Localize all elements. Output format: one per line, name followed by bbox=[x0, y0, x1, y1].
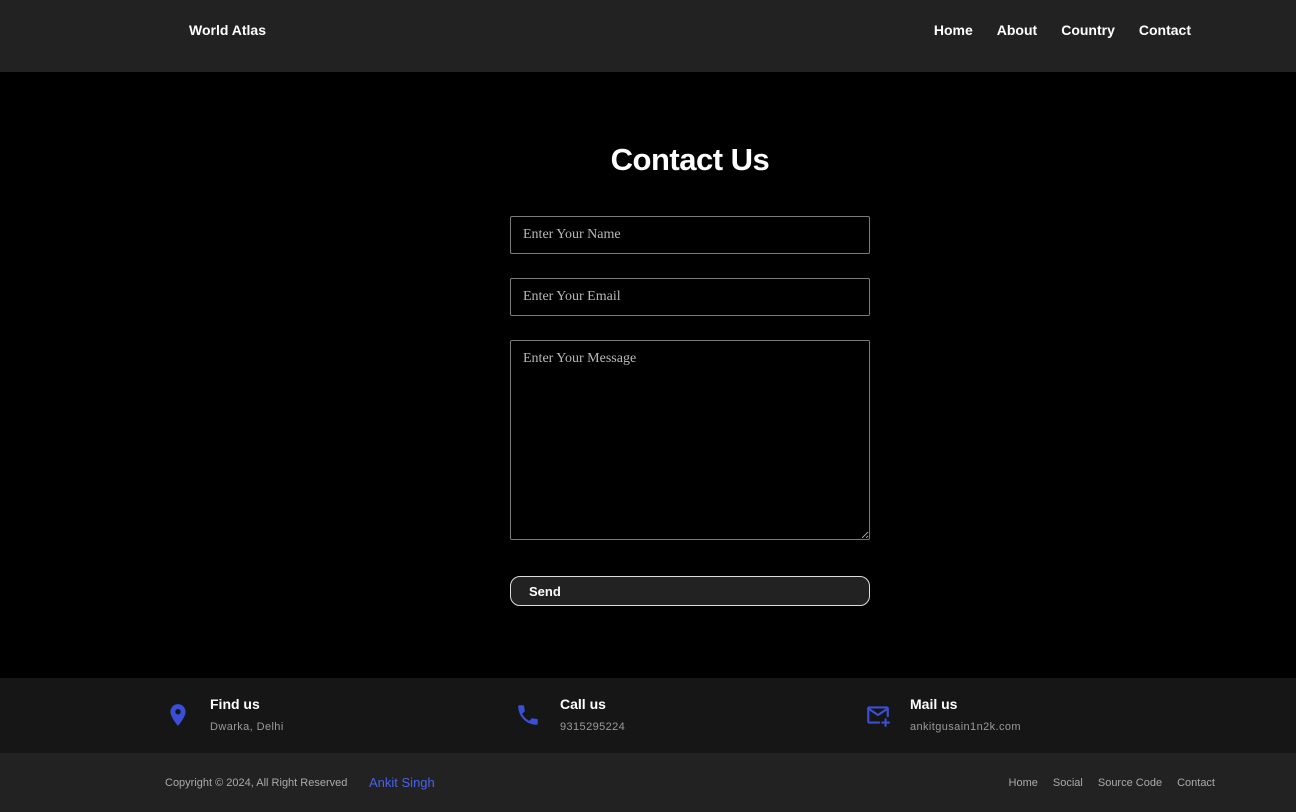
email-input[interactable] bbox=[510, 278, 870, 316]
nav-contact-link[interactable]: Contact bbox=[1139, 22, 1191, 38]
footer-nav: Home Social Source Code Contact bbox=[1009, 777, 1215, 789]
author-link[interactable]: Ankit Singh bbox=[369, 775, 435, 790]
phone-icon bbox=[515, 702, 541, 728]
message-textarea[interactable] bbox=[510, 340, 870, 540]
brand-logo-text[interactable]: World Atlas bbox=[189, 22, 266, 38]
page-title: Contact Us bbox=[610, 142, 770, 177]
main-nav: Home About Country Contact bbox=[934, 22, 1191, 38]
site-header: World Atlas Home About Country Contact bbox=[0, 0, 1296, 72]
info-title: Mail us bbox=[910, 696, 958, 712]
info-value: 9315295224 bbox=[560, 721, 626, 733]
nav-country-link[interactable]: Country bbox=[1061, 22, 1115, 38]
footer-source-code-link[interactable]: Source Code bbox=[1098, 777, 1162, 789]
location-pin-icon bbox=[165, 702, 191, 728]
nav-about-link[interactable]: About bbox=[997, 22, 1037, 38]
send-button[interactable]: Send bbox=[510, 576, 870, 606]
name-input[interactable] bbox=[510, 216, 870, 254]
info-title: Find us bbox=[210, 696, 260, 712]
info-value: ankitgusain1n2k.com bbox=[910, 721, 1021, 733]
contact-info-band: Find us Dwarka, Delhi Call us 9315295224… bbox=[0, 678, 1296, 753]
info-value: Dwarka, Delhi bbox=[210, 721, 284, 733]
nav-home-link[interactable]: Home bbox=[934, 22, 973, 38]
footer-social-link[interactable]: Social bbox=[1053, 777, 1083, 789]
copyright-text: Copyright © 2024, All Right Reserved bbox=[165, 777, 348, 789]
footer-contact-link[interactable]: Contact bbox=[1177, 777, 1215, 789]
info-title: Call us bbox=[560, 696, 606, 712]
footer-home-link[interactable]: Home bbox=[1009, 777, 1038, 789]
site-footer: Copyright © 2024, All Right Reserved Ank… bbox=[0, 753, 1296, 812]
mail-plus-icon bbox=[865, 702, 891, 728]
